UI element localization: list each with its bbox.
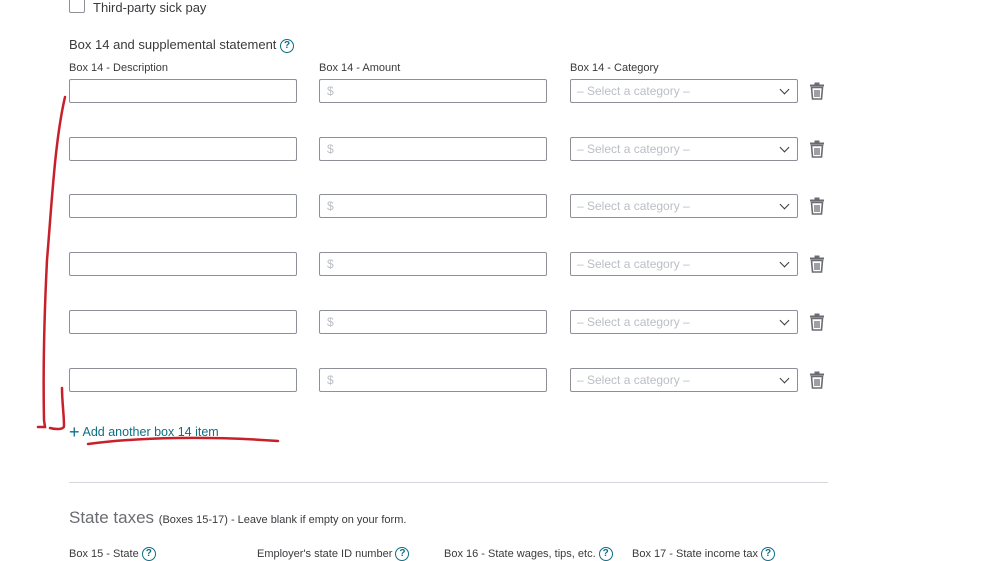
category-placeholder: – Select a category – xyxy=(577,84,690,98)
add-box14-item-label: Add another box 14 item xyxy=(82,425,219,439)
employer-state-id-label: Employer's state ID number ? xyxy=(257,547,410,561)
chevron-down-icon xyxy=(779,142,790,153)
third-party-sick-pay-checkbox[interactable] xyxy=(69,0,85,13)
box14-category-select[interactable]: – Select a category – xyxy=(570,79,798,103)
trash-icon[interactable] xyxy=(809,140,825,158)
add-box14-item-button[interactable]: + Add another box 14 item xyxy=(69,422,219,442)
trash-icon[interactable] xyxy=(809,82,825,100)
box14-description-label: Box 14 - Description xyxy=(69,62,169,74)
chevron-down-icon xyxy=(779,257,790,268)
box14-amount-input[interactable]: $ xyxy=(319,79,547,103)
box17-state-income-tax-label-text: Box 17 - State income tax xyxy=(632,547,758,560)
category-placeholder: – Select a category – xyxy=(577,257,690,271)
box15-state-label-text: Box 15 - State xyxy=(69,547,139,560)
box17-state-income-tax-label: Box 17 - State income tax ? xyxy=(632,547,776,561)
category-placeholder: – Select a category – xyxy=(577,199,690,213)
box14-amount-input[interactable]: $ xyxy=(319,252,547,276)
help-icon[interactable]: ? xyxy=(598,547,613,561)
plus-icon: + xyxy=(69,422,80,442)
help-icon[interactable]: ? xyxy=(395,547,410,561)
box14-section-title-text: Box 14 and supplemental statement xyxy=(69,37,277,52)
state-taxes-subtitle: (Boxes 15-17) - Leave blank if empty on … xyxy=(158,514,407,526)
box14-amount-input[interactable]: $ xyxy=(319,368,547,392)
help-icon[interactable]: ? xyxy=(141,547,156,561)
box14-category-select[interactable]: – Select a category – xyxy=(570,194,798,218)
box14-category-label: Box 14 - Category xyxy=(570,62,659,74)
help-icon[interactable]: ? xyxy=(761,547,776,561)
amount-placeholder: $ xyxy=(327,142,334,156)
box14-section-title: Box 14 and supplemental statement ? xyxy=(69,37,295,53)
box14-amount-input[interactable]: $ xyxy=(319,310,547,334)
state-taxes-heading: State taxes (Boxes 15-17) - Leave blank … xyxy=(69,508,406,528)
box15-state-label: Box 15 - State ? xyxy=(69,547,156,561)
category-placeholder: – Select a category – xyxy=(577,373,690,387)
box14-amount-input[interactable]: $ xyxy=(319,137,547,161)
chevron-down-icon xyxy=(779,373,790,384)
box14-description-input[interactable] xyxy=(69,310,297,334)
category-placeholder: – Select a category – xyxy=(577,315,690,329)
box16-state-wages-label-text: Box 16 - State wages, tips, etc. xyxy=(444,547,596,560)
chevron-down-icon xyxy=(779,315,790,326)
chevron-down-icon xyxy=(779,199,790,210)
amount-placeholder: $ xyxy=(327,199,334,213)
trash-icon[interactable] xyxy=(809,313,825,331)
amount-placeholder: $ xyxy=(327,315,334,329)
box14-amount-label: Box 14 - Amount xyxy=(319,62,401,74)
trash-icon[interactable] xyxy=(809,371,825,389)
box14-amount-input[interactable]: $ xyxy=(319,194,547,218)
third-party-sick-pay-label: Third-party sick pay xyxy=(93,0,207,15)
box14-description-input[interactable] xyxy=(69,194,297,218)
box14-category-select[interactable]: – Select a category – xyxy=(570,137,798,161)
category-placeholder: – Select a category – xyxy=(577,142,690,156)
amount-placeholder: $ xyxy=(327,373,334,387)
amount-placeholder: $ xyxy=(327,257,334,271)
trash-icon[interactable] xyxy=(809,197,825,215)
box14-description-input[interactable] xyxy=(69,79,297,103)
amount-placeholder: $ xyxy=(327,84,334,98)
trash-icon[interactable] xyxy=(809,255,825,273)
box14-category-select[interactable]: – Select a category – xyxy=(570,310,798,334)
box14-category-select[interactable]: – Select a category – xyxy=(570,252,798,276)
box16-state-wages-label: Box 16 - State wages, tips, etc. ? xyxy=(444,547,613,561)
box14-description-input[interactable] xyxy=(69,368,297,392)
help-icon[interactable]: ? xyxy=(280,38,295,53)
chevron-down-icon xyxy=(779,84,790,95)
state-taxes-title: State taxes xyxy=(69,508,155,527)
employer-state-id-label-text: Employer's state ID number xyxy=(257,547,393,560)
box14-description-input[interactable] xyxy=(69,252,297,276)
section-divider xyxy=(69,482,828,483)
box14-category-select[interactable]: – Select a category – xyxy=(570,368,798,392)
box14-description-input[interactable] xyxy=(69,137,297,161)
